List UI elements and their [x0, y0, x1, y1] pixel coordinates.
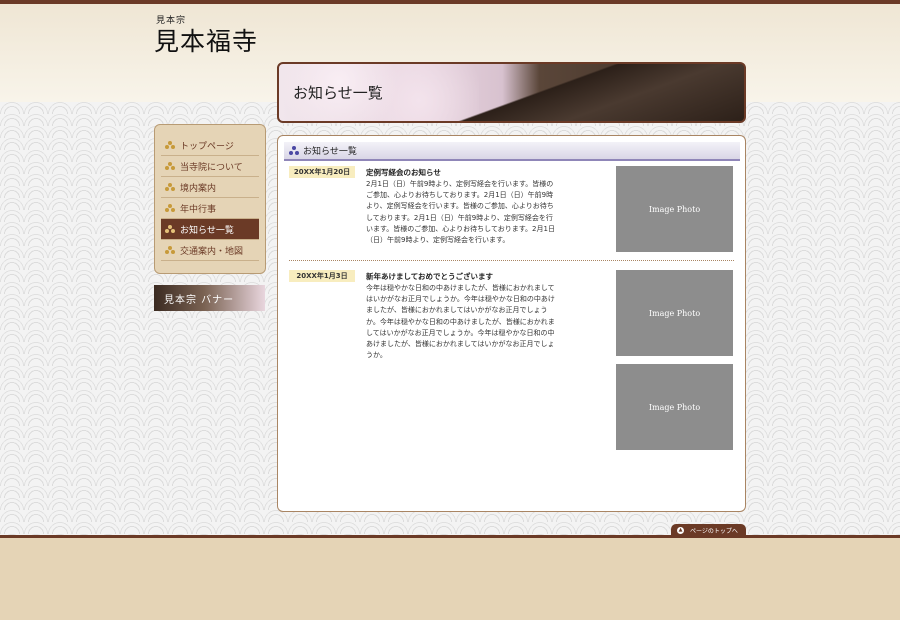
arrow-up-icon: ▲	[677, 526, 684, 534]
news-panel: お知らせ一覧 20XX年1月20日 定例写経会のお知らせ 2月1日（日）午前9時…	[277, 135, 746, 512]
sidebar-item-grounds[interactable]: 境内案内	[161, 177, 259, 198]
trefoil-icon	[165, 204, 175, 212]
news-date: 20XX年1月3日	[289, 270, 355, 282]
site-logo[interactable]: 見本福寺	[154, 22, 258, 58]
sidebar-nav: トップページ 当寺院について 境内案内 年中行事 お知らせ一覧 交通案内・地図	[154, 124, 266, 274]
section-heading: お知らせ一覧	[284, 142, 740, 161]
page-top-button[interactable]: ▲ ページのトップへ	[671, 524, 746, 536]
trefoil-icon	[165, 162, 175, 170]
page-title: お知らせ一覧	[293, 84, 383, 102]
trefoil-icon	[165, 183, 175, 191]
sidebar-item-label: 境内案内	[180, 183, 217, 194]
trefoil-icon	[165, 141, 175, 149]
news-divider	[289, 260, 734, 261]
news-date: 20XX年1月20日	[289, 166, 355, 178]
sidebar-item-access[interactable]: 交通案内・地図	[161, 240, 259, 261]
sidebar-item-label: 当寺院について	[180, 162, 243, 173]
sidebar-item-top[interactable]: トップページ	[161, 135, 259, 156]
news-photo: Image Photo	[616, 270, 733, 356]
footer-border	[0, 535, 900, 538]
trefoil-icon	[165, 246, 175, 254]
sidebar-item-about[interactable]: 当寺院について	[161, 156, 259, 177]
sidebar-item-label: 年中行事	[180, 204, 217, 215]
news-photo: Image Photo	[616, 364, 733, 450]
sidebar-item-label: 交通案内・地図	[180, 246, 244, 257]
sidebar-item-label: お知らせ一覧	[180, 225, 234, 236]
page-hero-banner: お知らせ一覧	[277, 62, 746, 123]
sidebar-item-label: トップページ	[180, 141, 234, 152]
temple-roof-image	[429, 64, 744, 121]
trefoil-icon	[165, 225, 175, 233]
news-title[interactable]: 定例写経会のお知らせ	[366, 167, 441, 178]
news-body: 今年は穏やかな日和の中あけましたが、皆様におかれましてはいかがなお正月でしょうか…	[366, 284, 555, 360]
news-title[interactable]: 新年あけましておめでとうございます	[366, 271, 493, 282]
sidebar-item-news[interactable]: お知らせ一覧	[161, 219, 259, 240]
page-top-label: ページのトップへ	[690, 527, 738, 535]
sidebar-banner[interactable]: 見本宗 バナー	[154, 285, 265, 311]
trefoil-icon	[289, 146, 299, 155]
news-body: 2月1日（日）午前9時より、定例写経会を行います。皆様のご参加、心よりお待ちして…	[366, 180, 555, 245]
section-heading-label: お知らせ一覧	[303, 147, 357, 157]
sidebar-item-events[interactable]: 年中行事	[161, 198, 259, 219]
news-photo: Image Photo	[616, 166, 733, 252]
